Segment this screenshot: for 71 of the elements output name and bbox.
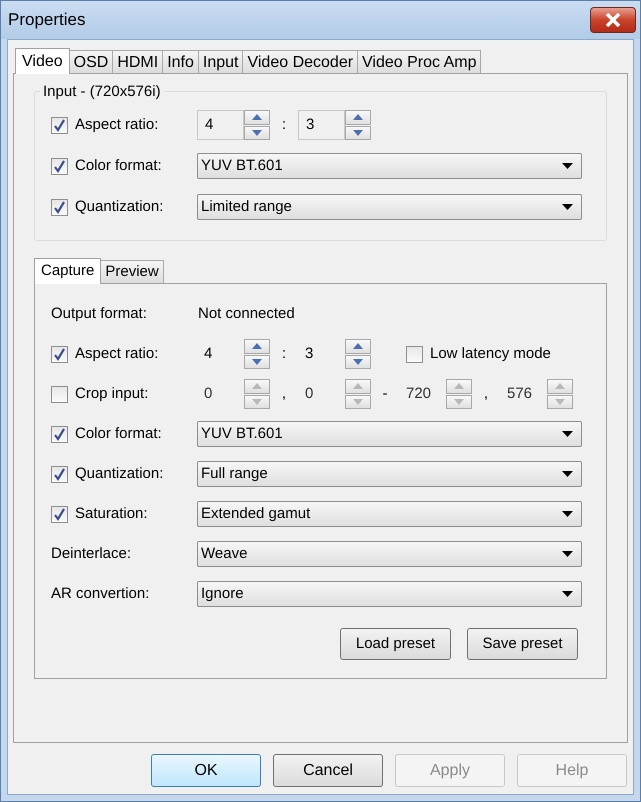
separator: : [280,344,288,364]
field-label: Quantization: [75,196,164,217]
close-button[interactable] [590,7,636,33]
window-title: Properties [8,9,86,32]
tab[interactable]: Video [15,48,70,74]
tab[interactable]: Input [198,50,244,73]
dropdown[interactable]: Ignore [197,581,582,607]
dropdown[interactable]: Extended gamut [197,501,582,527]
checkbox[interactable] [51,386,68,402]
checkbox[interactable] [51,426,68,442]
dialog-button: Help [517,754,627,787]
separator: , [482,384,490,404]
dropdown[interactable]: Full range [197,461,582,487]
spin-field[interactable]: 3 [298,110,345,140]
spin-buttons[interactable] [244,110,270,140]
preset-button[interactable]: Load preset [340,628,451,660]
tab[interactable]: HDMI [112,50,164,73]
dialog-button[interactable]: Cancel [273,754,383,787]
separator: , [280,384,288,404]
checkbox[interactable] [51,466,68,482]
field-label: Aspect ratio: [75,344,158,364]
tab[interactable]: Video Decoder [242,50,358,73]
dropdown-arrow-icon [562,431,573,437]
field-label: AR convertion: [51,584,150,604]
tab[interactable]: Preview [100,260,164,283]
spin-field: 0 [197,382,244,406]
field-label: Deinterlace: [51,544,132,564]
field-label: Saturation: [75,504,148,524]
dropdown[interactable]: YUV BT.601 [197,153,582,179]
checkbox-label: Low latency mode [430,344,551,364]
close-icon [605,13,621,27]
dropdown-arrow-icon [562,511,573,517]
field-label: Quantization: [75,464,164,484]
dropdown-arrow-icon [562,163,573,169]
spin-field: 576 [500,382,547,406]
field-label: Aspect ratio: [75,114,158,135]
tab[interactable]: OSD [68,50,114,73]
checkbox[interactable] [51,506,68,522]
field-label: Color format: [75,156,162,176]
dropdown[interactable]: Limited range [197,194,582,220]
separator: : [280,114,288,135]
spin-field: 0 [298,382,345,406]
checkbox[interactable] [51,116,68,134]
checkbox[interactable] [51,198,68,216]
spin-field[interactable]: 4 [197,110,244,140]
separator: - [382,384,388,404]
dropdown-arrow-icon [562,551,573,557]
dropdown-arrow-icon [562,204,573,210]
spin-buttons[interactable] [345,339,371,369]
field-label: Color format: [75,424,162,444]
spin-field[interactable]: 3 [298,342,345,366]
dialog-button: Apply [395,754,505,787]
checkbox[interactable] [406,346,423,362]
field-label: Crop input: [75,384,148,404]
field-label: Output format: [51,304,147,324]
preset-button[interactable]: Save preset [467,628,578,660]
dropdown[interactable]: YUV BT.601 [197,421,582,447]
checkbox[interactable] [51,346,68,362]
dropdown[interactable]: Weave [197,541,582,567]
spin-buttons[interactable] [345,110,371,140]
tab[interactable]: Info [162,50,199,73]
output-format-value: Not connected [197,304,295,324]
spin-buttons[interactable] [244,339,270,369]
spin-field: 720 [399,382,446,406]
dropdown-arrow-icon [562,591,573,597]
tab[interactable]: Capture [34,258,102,284]
checkbox[interactable] [51,158,68,174]
dialog-button[interactable]: OK [151,754,261,787]
tab[interactable]: Video Proc Amp [357,50,482,73]
spin-field[interactable]: 4 [197,342,244,366]
dropdown-arrow-icon [562,471,573,477]
